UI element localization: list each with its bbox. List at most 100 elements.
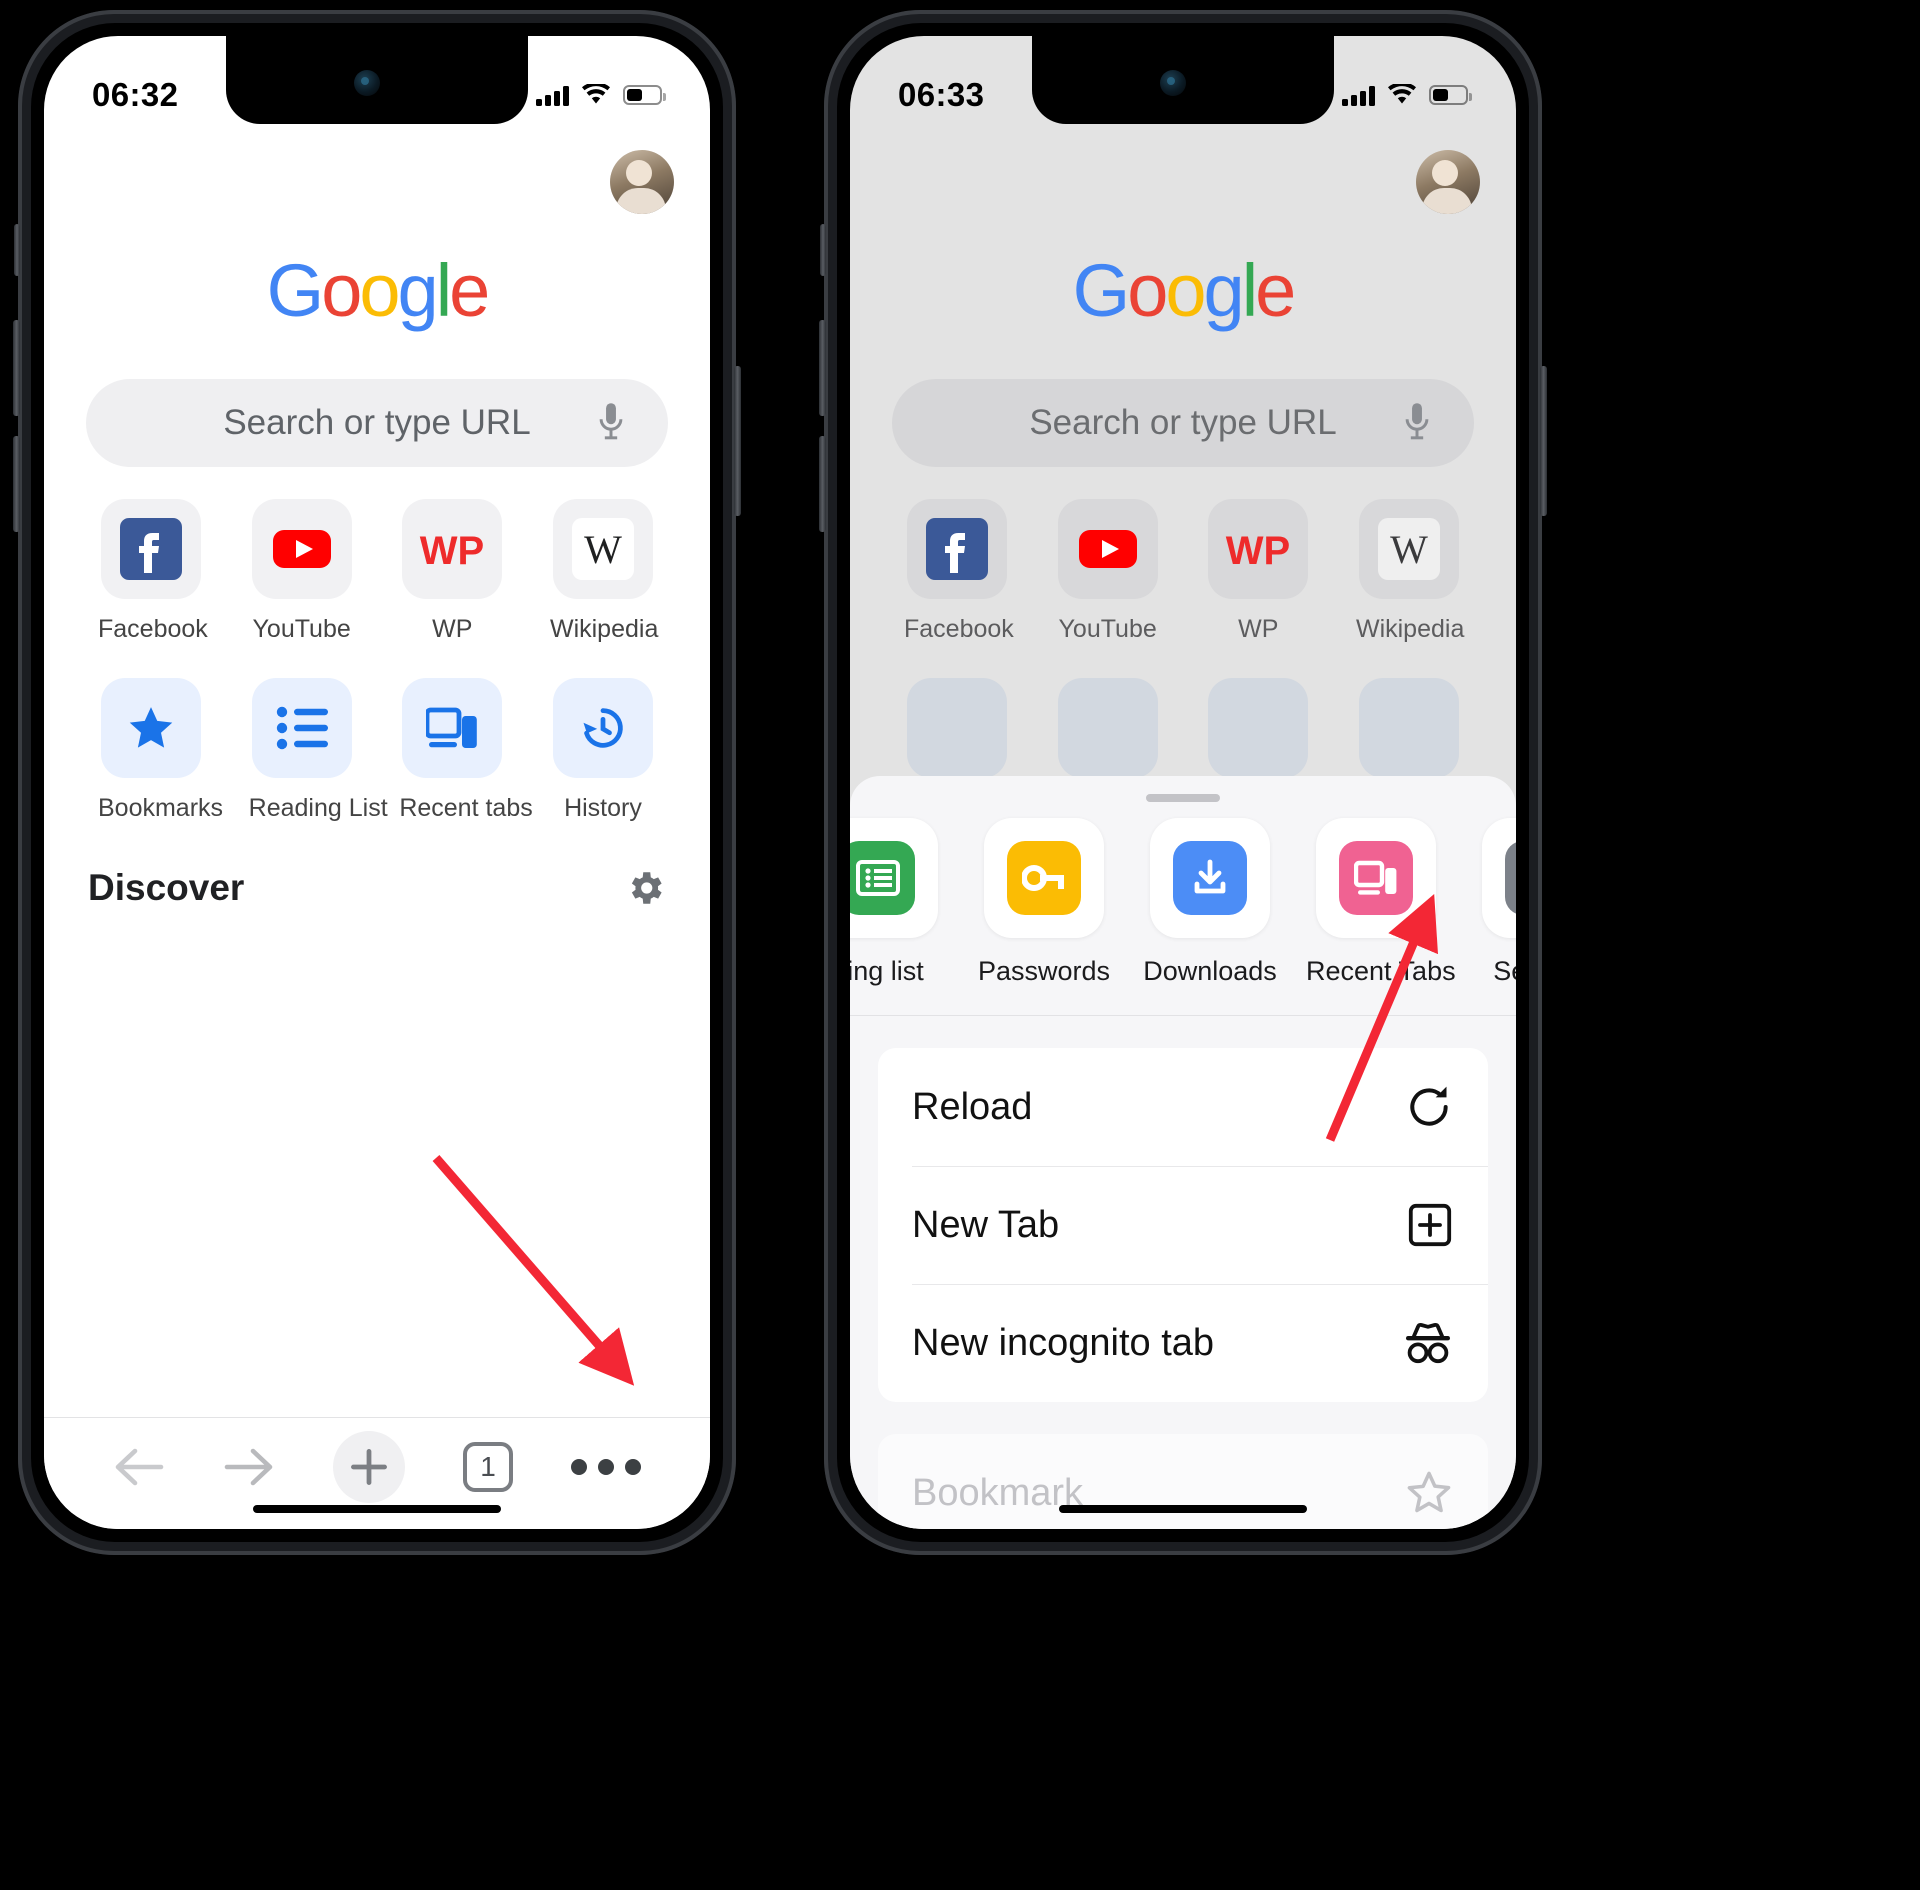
menu-item-new-incognito-tab[interactable]: New incognito tab xyxy=(878,1284,1488,1402)
shortcut-label: Recent tabs xyxy=(399,794,533,822)
forward-arrow-icon[interactable] xyxy=(223,1445,275,1489)
volume-down-button[interactable] xyxy=(13,436,20,532)
shortcut-history[interactable]: History xyxy=(550,678,656,823)
shortcut-wp[interactable]: WP WP xyxy=(1205,499,1311,644)
silent-switch[interactable] xyxy=(820,224,826,276)
status-clock: 06:33 xyxy=(898,76,985,113)
menu-item-reload[interactable]: Reload xyxy=(878,1048,1488,1166)
microphone-icon[interactable] xyxy=(596,402,626,444)
shortcut-reading-list[interactable]: Reading List xyxy=(248,678,388,823)
signal-bars-icon xyxy=(536,84,569,106)
avatar[interactable] xyxy=(1416,150,1480,214)
facebook-icon xyxy=(101,499,201,599)
search-placeholder: Search or type URL xyxy=(1029,403,1337,442)
silent-switch[interactable] xyxy=(14,224,20,276)
shortcut-wikipedia[interactable]: W Wikipedia xyxy=(549,499,659,644)
screenshot-stage: 06:32 Google Search or type URL Facebook… xyxy=(0,0,1920,1890)
menu-label: Bookmark xyxy=(912,1471,1084,1514)
shortcut-label: Wikipedia xyxy=(1355,615,1465,643)
shortcut-label: Bookmarks xyxy=(98,794,224,822)
discover-header: Discover xyxy=(44,823,710,909)
list-icon xyxy=(1057,678,1158,778)
status-icons xyxy=(1342,84,1472,106)
shortcut-wikipedia[interactable]: W Wikipedia xyxy=(1355,499,1465,644)
front-camera-icon xyxy=(1160,70,1186,96)
wikipedia-icon: W xyxy=(552,499,653,599)
reading-list-icon xyxy=(850,818,938,938)
quick-action-label: Downloads xyxy=(1143,956,1277,986)
shortcut-reading-list[interactable] xyxy=(1055,678,1161,778)
shortcut-bookmarks[interactable] xyxy=(904,678,1010,778)
shortcut-facebook[interactable]: Facebook xyxy=(98,499,208,644)
search-bar[interactable]: Search or type URL xyxy=(892,379,1474,467)
shortcuts-row-2-partial xyxy=(850,644,1516,778)
menu-item-bookmark[interactable]: Bookmark xyxy=(878,1434,1488,1529)
wordpress-icon: WP xyxy=(402,499,503,599)
front-camera-icon xyxy=(354,70,380,96)
shortcut-youtube[interactable]: YouTube xyxy=(249,499,355,644)
back-arrow-icon[interactable] xyxy=(113,1445,165,1489)
quick-action-passwords[interactable]: Passwords xyxy=(974,818,1114,987)
signal-bars-icon xyxy=(1342,84,1375,106)
avatar[interactable] xyxy=(610,150,674,214)
menu-card-secondary: Bookmark Add to reading list xyxy=(878,1434,1488,1529)
shortcut-facebook[interactable]: Facebook xyxy=(904,499,1014,644)
gear-icon[interactable] xyxy=(624,867,666,909)
notch xyxy=(226,36,528,124)
shortcut-bookmarks[interactable]: Bookmarks xyxy=(98,678,224,823)
more-dots-icon[interactable] xyxy=(571,1458,641,1475)
quick-action-label: Settings xyxy=(1493,956,1516,986)
shortcut-label: YouTube xyxy=(252,615,351,643)
phone-right-content: Google Search or type URL Facebook YouTu… xyxy=(850,128,1516,1529)
shortcut-label: Wikipedia xyxy=(549,615,659,643)
quick-action-settings[interactable]: Settings xyxy=(1472,818,1516,987)
quick-action-label: ding list xyxy=(850,956,924,986)
menu-label: Reload xyxy=(912,1085,1033,1128)
incognito-icon xyxy=(1402,1322,1454,1364)
shortcut-recent-tabs[interactable] xyxy=(1205,678,1311,778)
tab-count-button[interactable]: 1 xyxy=(463,1441,513,1492)
volume-down-button[interactable] xyxy=(819,436,826,532)
quick-action-downloads[interactable]: Downloads xyxy=(1140,818,1280,987)
key-icon xyxy=(984,818,1104,938)
devices-icon xyxy=(1208,678,1309,778)
home-indicator xyxy=(253,1505,501,1513)
menu-label: New incognito tab xyxy=(912,1321,1215,1364)
new-tab-icon xyxy=(1406,1201,1454,1249)
shortcut-recent-tabs[interactable]: Recent tabs xyxy=(399,678,533,823)
google-logo: Google xyxy=(1072,249,1297,332)
menu-item-new-tab[interactable]: New Tab xyxy=(878,1166,1488,1284)
shortcuts-row-1: Facebook YouTube WP WP W Wikipedia xyxy=(850,467,1516,644)
power-button[interactable] xyxy=(1540,366,1547,516)
microphone-icon[interactable] xyxy=(1402,402,1432,444)
shortcut-wp[interactable]: WP WP xyxy=(399,499,505,644)
star-icon xyxy=(907,678,1007,778)
shortcut-label: History xyxy=(564,794,642,822)
shortcut-youtube[interactable]: YouTube xyxy=(1055,499,1161,644)
volume-up-button[interactable] xyxy=(13,320,20,416)
shortcuts-row-2: Bookmarks Reading List Recent tabs Histo… xyxy=(44,644,710,823)
volume-up-button[interactable] xyxy=(819,320,826,416)
quick-action-reading-list[interactable]: ding list xyxy=(850,818,948,987)
quick-actions-row: ding list xyxy=(850,802,1516,987)
shortcut-history[interactable] xyxy=(1356,678,1462,778)
home-indicator xyxy=(1059,1505,1307,1513)
power-button[interactable] xyxy=(734,366,741,516)
chrome-menu-sheet: ding list xyxy=(850,776,1516,1529)
avatar-row xyxy=(44,128,710,214)
shortcut-label: Facebook xyxy=(98,615,208,643)
quick-action-recent-tabs[interactable]: Recent Tabs xyxy=(1306,818,1456,987)
list-icon xyxy=(251,678,352,778)
wifi-icon xyxy=(1388,84,1416,104)
shortcut-label: Facebook xyxy=(904,615,1014,643)
svg-text:WP: WP xyxy=(420,529,484,573)
avatar-row xyxy=(850,128,1516,214)
drag-handle[interactable] xyxy=(1146,794,1220,802)
shortcut-label: Reading List xyxy=(248,794,388,822)
history-icon xyxy=(552,678,653,778)
phone-left-screen: 06:32 Google Search or type URL Facebook… xyxy=(44,36,710,1529)
sheet-divider xyxy=(850,1015,1516,1016)
devices-icon xyxy=(402,678,503,778)
search-bar[interactable]: Search or type URL xyxy=(86,379,668,467)
new-tab-button[interactable] xyxy=(333,1430,405,1503)
